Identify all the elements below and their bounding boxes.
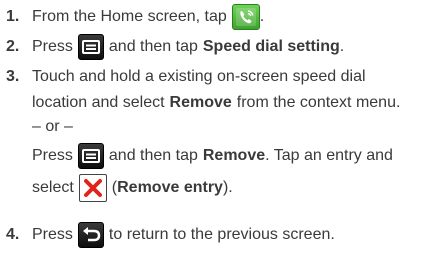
instruction-document: 1. From the Home screen, tap . 2. Press <box>0 0 446 261</box>
step-bold-text: Remove <box>202 147 266 164</box>
phone-icon <box>231 4 260 30</box>
step-text: ). <box>222 179 233 196</box>
menu-icon <box>77 143 104 169</box>
step-number: 1. <box>6 8 20 25</box>
step-text: From the Home screen, tap <box>32 8 227 25</box>
step-text: . Tap an entry and <box>265 147 393 164</box>
step-3-line-5: select ( Remove entry ). <box>0 173 446 203</box>
step-text: . <box>339 38 345 55</box>
step-text: and then tap <box>108 147 198 164</box>
step-3-line-4: Press and then tap Remove . Tap an entry… <box>0 141 446 171</box>
step-3-or: – or – <box>0 112 446 142</box>
step-text: location and select <box>32 94 165 111</box>
menu-icon <box>77 34 104 60</box>
step-text: . <box>259 8 265 25</box>
step-bold-text: Remove <box>169 94 232 111</box>
remove-x-icon <box>78 174 107 202</box>
step-text: select <box>32 179 74 196</box>
step-text: Touch and hold a existing on-screen spee… <box>32 68 366 85</box>
step-text: Press <box>32 38 73 55</box>
step-bold-text: Speed dial setting <box>202 38 340 55</box>
or-separator: – or – <box>32 118 73 135</box>
step-text: from the context menu. <box>236 94 401 111</box>
step-text: to return to the previous screen. <box>108 226 335 243</box>
step-2: 2. Press and then tap Speed dial setting… <box>0 32 446 62</box>
step-number: 4. <box>6 226 20 243</box>
step-number: 2. <box>6 38 20 55</box>
step-bold-text: Remove entry <box>117 179 223 196</box>
step-text: and then tap <box>108 38 198 55</box>
step-text: Press <box>32 147 73 164</box>
step-1: 1. From the Home screen, tap . <box>0 2 446 32</box>
step-4: 4. Press to return to the previous scree… <box>0 220 446 250</box>
step-number: 3. <box>6 68 20 85</box>
step-text: Press <box>32 226 73 243</box>
back-icon <box>77 222 104 248</box>
